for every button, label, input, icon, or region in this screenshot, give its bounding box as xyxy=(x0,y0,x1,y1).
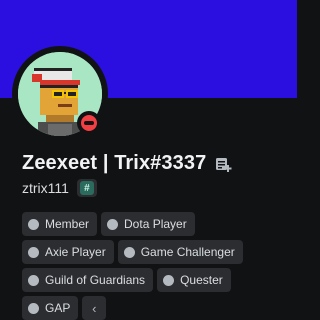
role-dot-icon xyxy=(28,302,39,314)
role-label: Guild of Guardians xyxy=(45,273,146,287)
display-name-row: Zeexeet | Trix#3337 xyxy=(22,152,232,175)
display-name: Zeexeet | Trix#3337 xyxy=(22,152,207,174)
role-label: Member xyxy=(45,217,90,231)
role-label: Axie Player xyxy=(45,245,106,259)
collapse-roles-button[interactable]: ‹ xyxy=(82,296,107,320)
do-not-disturb-status-icon xyxy=(81,115,97,131)
role-chip-quester[interactable]: Quester xyxy=(157,268,231,292)
note-edit-icon[interactable] xyxy=(214,155,232,173)
role-label: Dota Player xyxy=(124,217,187,231)
chevron-left-icon: ‹ xyxy=(92,300,97,316)
roles-list: Member Dota Player Axie Player Game Chal… xyxy=(22,212,284,320)
role-chip-gap[interactable]: GAP xyxy=(22,296,79,320)
role-chip-dota-player[interactable]: Dota Player xyxy=(101,212,195,236)
role-chip-member[interactable]: Member xyxy=(22,212,98,236)
role-label: Game Challenger xyxy=(140,245,235,259)
role-label: Quester xyxy=(180,273,223,287)
role-dot-icon xyxy=(28,246,39,258)
role-dot-icon xyxy=(123,246,135,258)
role-chip-guild-of-guardians[interactable]: Guild of Guardians xyxy=(22,268,154,292)
role-dot-icon xyxy=(163,274,175,286)
role-label: GAP xyxy=(45,301,71,315)
username-row: ztrix111 # xyxy=(22,179,97,197)
role-dot-icon xyxy=(107,218,119,230)
username: ztrix111 xyxy=(22,180,69,196)
hashtag-badge-icon[interactable]: # xyxy=(76,179,97,197)
hashtag-glyph: # xyxy=(79,181,94,195)
role-chip-game-challenger[interactable]: Game Challenger xyxy=(117,240,243,264)
role-dot-icon xyxy=(28,218,39,230)
role-dot-icon xyxy=(28,274,39,286)
role-chip-axie-player[interactable]: Axie Player xyxy=(22,240,114,264)
